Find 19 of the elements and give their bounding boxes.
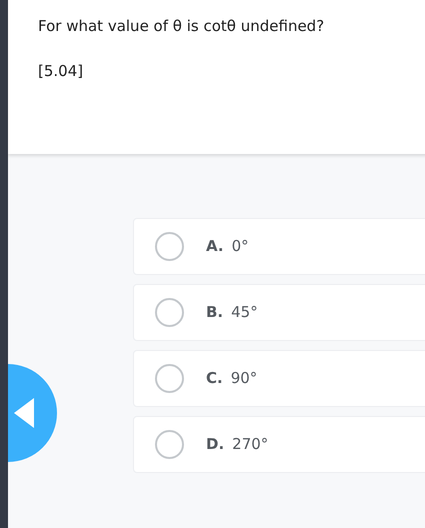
option-text: 45° [231,302,258,324]
option-letter: D. [206,434,224,456]
radio-icon [155,364,184,393]
radio-icon [155,232,184,261]
answer-option[interactable]: B. 45° [133,284,425,341]
answer-option[interactable]: C. 90° [133,350,425,407]
answer-option[interactable]: D. 270° [133,416,425,473]
radio-icon [155,298,184,327]
radio-icon [155,430,184,459]
answer-option[interactable]: A. 0° [133,218,425,275]
option-letter: C. [206,368,223,390]
option-text: 90° [230,368,258,390]
left-arrow-icon [14,398,34,428]
option-letter: B. [206,302,224,324]
reference-text: [5.04] [38,60,84,82]
question-text: For what value of θ is cotθ undefined? [38,16,326,37]
option-text: 0° [232,236,249,258]
option-text: 270° [232,434,268,456]
option-letter: A. [206,236,224,258]
